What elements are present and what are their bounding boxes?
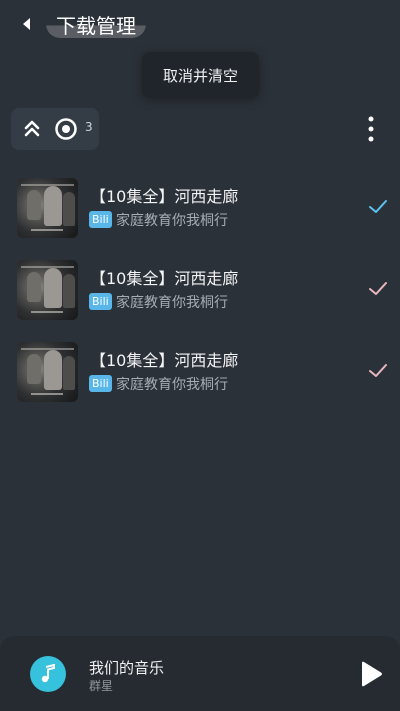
download-item[interactable]: 【10集全】河西走廊 Bili 家庭教育你我桐行 bbox=[0, 260, 400, 330]
download-count: 3 bbox=[85, 120, 93, 134]
download-controls: 3 bbox=[11, 108, 99, 150]
album-cover[interactable] bbox=[30, 656, 66, 692]
source-badge: Bili bbox=[89, 211, 112, 228]
song-title: 我们的音乐 bbox=[89, 659, 165, 677]
page-title: 下载管理 bbox=[46, 10, 146, 38]
source-badge: Bili bbox=[89, 375, 112, 392]
source-badge: Bili bbox=[89, 293, 112, 310]
check-icon bbox=[369, 364, 387, 377]
item-title: 【10集全】河西走廊 bbox=[90, 187, 239, 206]
item-author: 家庭教育你我桐行 bbox=[116, 295, 228, 311]
item-title: 【10集全】河西走廊 bbox=[90, 269, 239, 288]
back-arrow-icon bbox=[23, 18, 30, 30]
more-options-button[interactable] bbox=[360, 113, 382, 145]
check-icon bbox=[369, 200, 387, 213]
target-icon[interactable] bbox=[54, 117, 78, 141]
song-artist: 群星 bbox=[89, 679, 114, 693]
item-title: 【10集全】河西走廊 bbox=[90, 351, 239, 370]
video-thumbnail bbox=[17, 342, 78, 402]
collapse-up-icon[interactable] bbox=[21, 118, 43, 140]
download-item[interactable]: 【10集全】河西走廊 Bili 家庭教育你我桐行 bbox=[0, 178, 400, 248]
music-note-icon bbox=[41, 664, 55, 683]
video-thumbnail bbox=[17, 178, 78, 238]
play-icon[interactable] bbox=[358, 660, 384, 688]
mini-player[interactable]: 我们的音乐 群星 bbox=[0, 636, 400, 711]
back-button[interactable] bbox=[16, 13, 36, 35]
item-author: 家庭教育你我桐行 bbox=[116, 213, 228, 229]
video-thumbnail bbox=[17, 260, 78, 320]
cancel-and-clear-menu-item[interactable]: 取消并清空 bbox=[142, 52, 259, 98]
check-icon bbox=[369, 282, 387, 295]
more-vertical-icon bbox=[368, 116, 374, 142]
item-author: 家庭教育你我桐行 bbox=[116, 377, 228, 393]
download-item[interactable]: 【10集全】河西走廊 Bili 家庭教育你我桐行 bbox=[0, 342, 400, 412]
top-bar: 下载管理 bbox=[0, 0, 400, 50]
